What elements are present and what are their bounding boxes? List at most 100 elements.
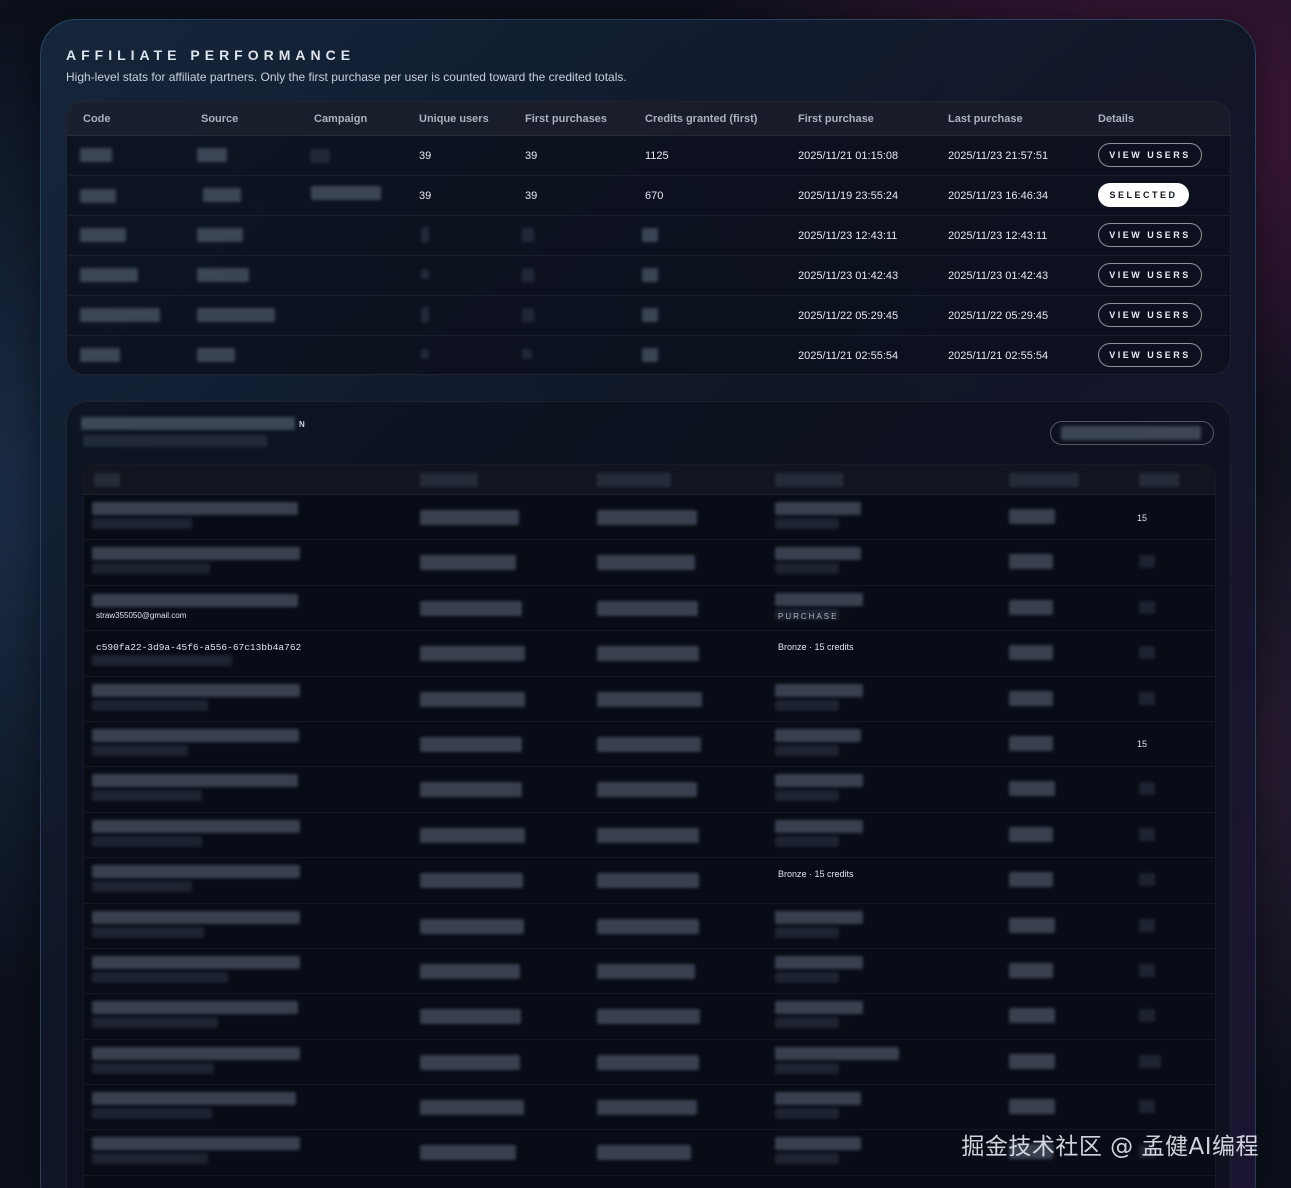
table-row[interactable]: 15 [84,495,1215,541]
redacted-user-sub [92,655,232,667]
col-code: Code [83,113,111,125]
redacted-user [92,910,300,924]
redacted-user [92,819,300,833]
table-row[interactable]: 39 39 670 2025/11/19 23:55:24 2025/11/23… [67,176,1230,216]
col-source: Source [201,113,239,125]
credits-value: 15 [1137,513,1148,523]
redacted-code [80,308,160,322]
redacted-user-sub [92,1108,212,1120]
table-row[interactable] [84,677,1215,722]
unique-users-value: 39 [419,150,432,162]
redacted-date [420,691,525,707]
view-users-button[interactable]: VIEW USERS [1098,303,1202,327]
redacted-header [597,473,671,487]
last-purchase-date: 2025/11/23 12:43:11 [948,230,1048,242]
redacted-date [597,510,697,525]
table-row[interactable] [84,994,1215,1040]
view-users-button[interactable]: VIEW USERS [1098,343,1202,367]
table-row[interactable]: 2025/11/23 01:42:43 2025/11/23 01:42:43 … [67,256,1230,296]
users-table: 15 straw355050@gmail.com PURCHASE c590fa22-… [83,464,1216,1188]
table-row[interactable] [84,904,1215,949]
redacted-package-sub [775,518,839,529]
redacted-first-purchases [522,308,534,322]
redacted-header [94,473,120,487]
table-row[interactable]: 2025/11/21 02:55:54 2025/11/21 02:55:54 … [67,336,1230,374]
redacted-package [775,683,863,697]
redacted-package [775,774,863,788]
panel-title-suffix: N [299,420,307,429]
redacted-unique-users [421,227,429,243]
table-row[interactable] [84,949,1215,995]
table-row[interactable] [84,813,1215,859]
section-title: AFFILIATE PERFORMANCE [66,47,356,63]
redacted-user [92,593,298,607]
redacted-source [197,308,275,322]
first-purchases-value: 39 [525,190,538,202]
selected-button[interactable]: SELECTED [1098,183,1189,207]
close-panel-button[interactable] [1050,421,1214,445]
table-row[interactable]: 39 39 1125 2025/11/21 01:15:08 2025/11/2… [67,136,1230,176]
redacted-amount [1009,826,1053,842]
redacted-date [420,600,522,616]
last-purchase-date: 2025/11/23 16:46:34 [948,190,1049,202]
view-users-button[interactable]: VIEW USERS [1098,223,1202,247]
redacted-amount [1009,554,1053,570]
redacted-package [775,1092,861,1106]
table-row[interactable]: straw355050@gmail.com PURCHASE [84,586,1215,632]
redacted-amount [1009,509,1055,524]
redacted-amount [1009,781,1055,797]
table-row[interactable] [84,540,1215,586]
redacted-amount [1009,735,1053,751]
redacted-credits [1139,555,1155,569]
redacted-date [420,555,516,571]
redacted-package-sub [775,926,839,938]
redacted-amount [1009,599,1053,615]
redacted-date [597,1145,691,1161]
redacted-user [92,683,300,697]
last-purchase-date: 2025/11/21 02:55:54 [948,350,1049,362]
col-first-purchase: First purchase [798,113,874,125]
redacted-package-sub [775,563,839,575]
col-first-purchases: First purchases [525,113,607,125]
redacted-credits [1139,827,1155,841]
performance-table-header: Code Source Campaign Unique users First … [67,102,1230,136]
redacted-source [203,188,241,202]
table-row[interactable]: 15 [84,722,1215,768]
redacted-unique-users [421,269,429,279]
table-row[interactable]: Bronze · 15 credits [84,858,1215,904]
view-users-button[interactable]: VIEW USERS [1098,143,1202,167]
redacted-date [420,646,525,662]
redacted-user [92,1046,300,1060]
redacted-user-sub [92,1153,208,1165]
redacted-date [420,1009,521,1025]
redacted-header [1139,473,1179,487]
table-row[interactable]: c590fa22-3d9a-45f6-a556-67c13bb4a762 Bron… [84,631,1215,677]
redacted-date [597,600,698,616]
redacted-code [80,228,126,242]
redacted-package-sub [775,1017,839,1029]
redacted-source [197,148,227,162]
redacted-button-label [1061,426,1201,440]
table-row[interactable] [84,767,1215,813]
table-row[interactable]: 2025/11/23 12:43:11 2025/11/23 12:43:11 … [67,216,1230,256]
redacted-user [92,502,298,515]
view-users-button[interactable]: VIEW USERS [1098,263,1202,287]
redacted-source [197,348,235,362]
unique-users-value: 39 [419,190,432,202]
redacted-user-sub [92,1062,214,1074]
col-details: Details [1098,113,1135,125]
redacted-unique-users [421,307,429,323]
last-purchase-date: 2025/11/23 01:42:43 [948,270,1049,282]
table-row[interactable]: 2025/11/22 05:29:45 2025/11/22 05:29:45 … [67,296,1230,336]
redacted-user-sub [92,926,204,938]
redacted-package [775,547,861,561]
redacted-package [775,1137,861,1151]
redacted-user-sub [92,971,228,983]
first-purchase-date: 2025/11/21 01:15:08 [798,150,899,162]
redacted-package-sub [775,699,839,711]
table-row[interactable] [84,1040,1215,1086]
table-row[interactable] [84,1085,1215,1131]
redacted-user [92,728,299,742]
redacted-campaign [310,149,330,163]
user-email: straw355050@gmail.com [96,610,187,620]
